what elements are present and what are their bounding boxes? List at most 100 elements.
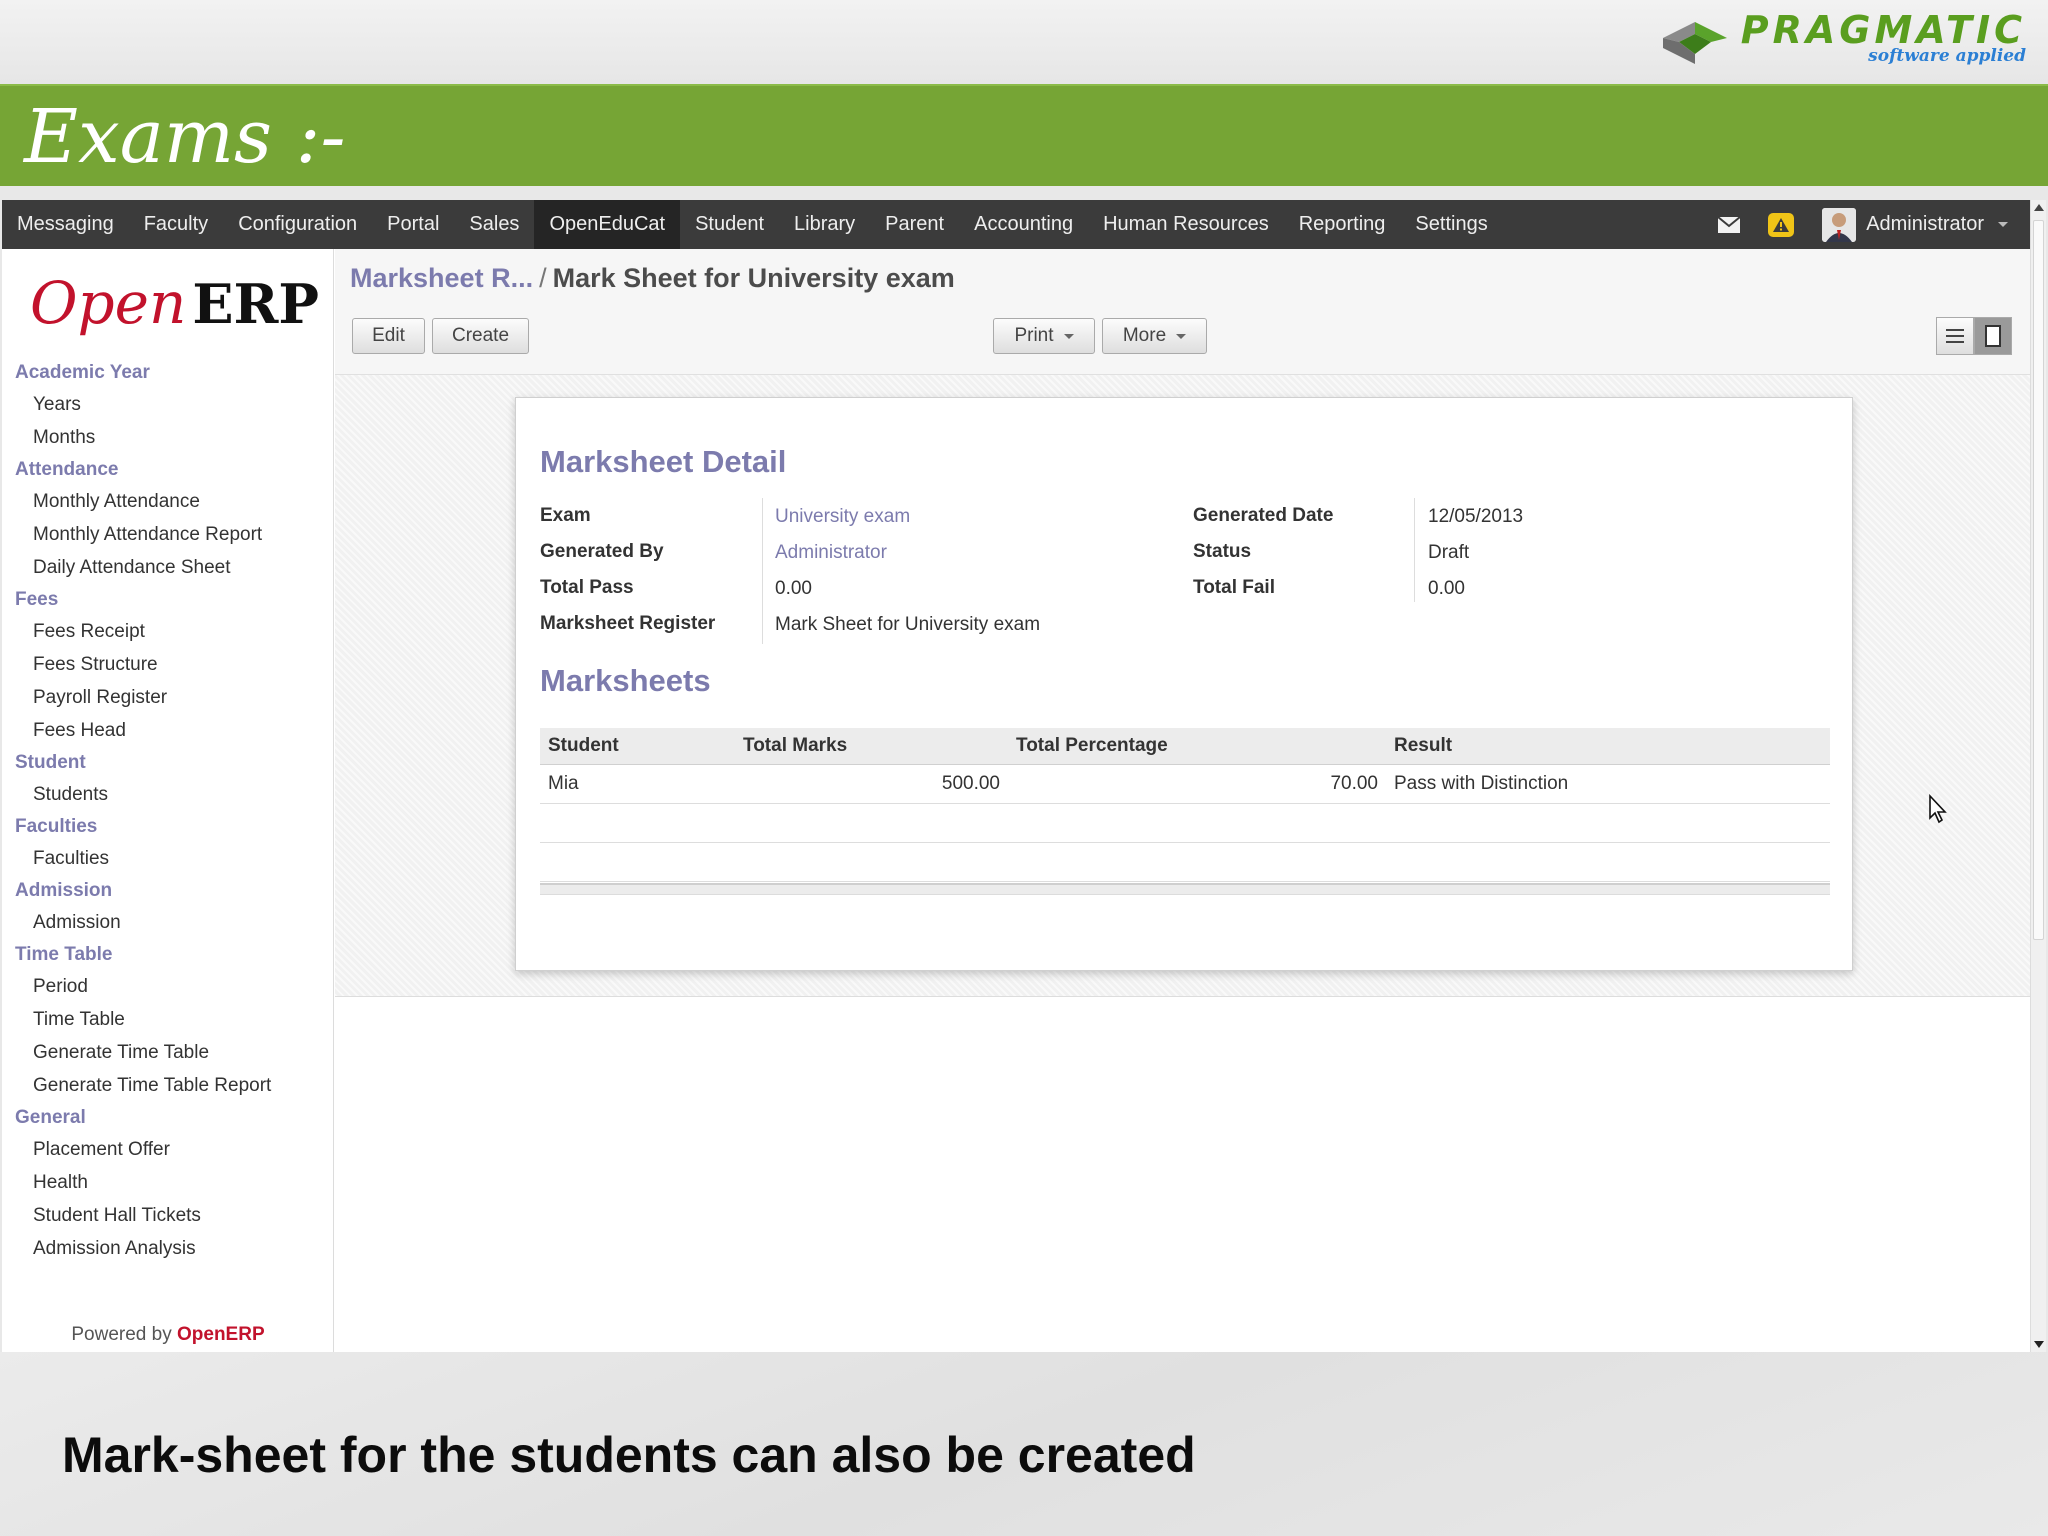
table-header-row: Student Total Marks Total Percentage Res… [540, 728, 1830, 765]
slide-caption-area: Mark-sheet for the students can also be … [0, 1352, 2048, 1536]
view-switcher [1936, 317, 2012, 355]
brand-name: PRAGMATIC [1740, 8, 2026, 52]
slide-title: Exams :- [24, 94, 346, 180]
chevron-down-icon [1998, 222, 2008, 227]
sidebar-item-admission-analysis[interactable]: Admission Analysis [2, 1232, 334, 1265]
sidebar-section-academic-year: Academic Year [15, 362, 150, 383]
form-view-icon[interactable] [1974, 317, 2012, 355]
slide-title-band: Exams :- [0, 84, 2048, 186]
mail-icon[interactable] [1718, 216, 1741, 233]
top-menu-bar: Messaging Faculty Configuration Portal S… [2, 200, 2030, 249]
slide-header: PRAGMATIC software applied [0, 0, 2048, 84]
section-title-marksheet-detail: Marksheet Detail [540, 444, 787, 479]
sidebar-item-time-table[interactable]: Time Table [2, 1003, 334, 1036]
sidebar-item-generate-time-table-report[interactable]: Generate Time Table Report [2, 1069, 334, 1102]
field-divider [1414, 498, 1415, 602]
mouse-pointer-icon [1929, 794, 1947, 824]
sidebar-item-health[interactable]: Health [2, 1166, 334, 1199]
form-background: Marksheet Detail Exam University exam Ge… [335, 375, 2030, 997]
generated-date-label: Generated Date [1193, 505, 1334, 526]
sidebar-item-admission[interactable]: Admission [2, 906, 334, 939]
nav-portal[interactable]: Portal [372, 200, 454, 249]
column-header-total-marks[interactable]: Total Marks [735, 728, 1008, 765]
marksheet-register-label: Marksheet Register [540, 613, 716, 634]
generated-by-link[interactable]: Administrator [775, 542, 887, 564]
cell-total-percentage: 70.00 [1008, 764, 1386, 804]
table-row-empty [540, 803, 1830, 843]
brand-tagline: software applied [1868, 46, 2026, 66]
sidebar-section-attendance: Attendance [15, 459, 119, 480]
marksheets-table: Student Total Marks Total Percentage Res… [540, 728, 1830, 882]
avatar [1822, 207, 1857, 242]
nav-human-resources[interactable]: Human Resources [1088, 200, 1284, 249]
sidebar-item-months[interactable]: Months [2, 421, 334, 454]
powered-by-openerp-link[interactable]: OpenERP [177, 1324, 265, 1345]
section-title-marksheets: Marksheets [540, 663, 711, 698]
chevron-down-icon [1176, 333, 1187, 339]
logo-erp-text: ERP [192, 272, 320, 336]
more-dropdown-button[interactable]: More [1102, 318, 1207, 354]
column-header-student[interactable]: Student [540, 728, 735, 765]
sidebar-item-generate-time-table[interactable]: Generate Time Table [2, 1036, 334, 1069]
sidebar-item-fees-head[interactable]: Fees Head [2, 714, 334, 747]
nav-faculty[interactable]: Faculty [129, 200, 223, 249]
total-fail-label: Total Fail [1193, 577, 1275, 598]
sidebar-section-fees: Fees [15, 589, 59, 610]
sidebar-item-placement-offer[interactable]: Placement Offer [2, 1133, 334, 1166]
total-pass-value: 0.00 [775, 578, 812, 599]
marksheet-form-sheet: Marksheet Detail Exam University exam Ge… [515, 397, 1853, 971]
more-button-label: More [1122, 325, 1167, 346]
breadcrumb-current: Mark Sheet for University exam [552, 263, 955, 293]
breadcrumb: Marksheet R... / Mark Sheet for University… [350, 263, 955, 294]
nav-reporting[interactable]: Reporting [1284, 200, 1401, 249]
breadcrumb-separator: / [539, 263, 547, 293]
sidebar-item-monthly-attendance-report[interactable]: Monthly Attendance Report [2, 518, 334, 551]
print-dropdown-button[interactable]: Print [993, 318, 1095, 354]
nav-student[interactable]: Student [680, 200, 779, 249]
nav-accounting[interactable]: Accounting [959, 200, 1088, 249]
form-header: Marksheet R... / Mark Sheet for University… [335, 249, 2030, 375]
sidebar-item-fees-structure[interactable]: Fees Structure [2, 648, 334, 681]
breadcrumb-parent-link[interactable]: Marksheet R... [350, 263, 533, 293]
nav-sales[interactable]: Sales [454, 200, 534, 249]
nav-messaging[interactable]: Messaging [2, 200, 129, 249]
marksheet-register-value: Mark Sheet for University exam [775, 614, 1041, 635]
generated-date-value: 12/05/2013 [1428, 506, 1524, 527]
sidebar-item-faculties[interactable]: Faculties [2, 842, 334, 875]
pragmatic-logo-mark-icon [1662, 22, 1727, 64]
nav-parent[interactable]: Parent [870, 200, 959, 249]
warning-icon[interactable] [1768, 212, 1795, 237]
sidebar-item-payroll-register[interactable]: Payroll Register [2, 681, 334, 714]
sidebar-item-fees-receipt[interactable]: Fees Receipt [2, 615, 334, 648]
table-row[interactable]: Mia 500.00 70.00 Pass with Distinction [540, 764, 1830, 804]
column-header-total-percentage[interactable]: Total Percentage [1008, 728, 1386, 765]
create-button[interactable]: Create [432, 318, 529, 354]
edit-button[interactable]: Edit [352, 318, 425, 354]
sidebar-item-monthly-attendance[interactable]: Monthly Attendance [2, 485, 334, 518]
nav-library[interactable]: Library [779, 200, 870, 249]
user-menu[interactable]: Administrator [1822, 207, 2008, 242]
sidebar-item-years[interactable]: Years [2, 388, 334, 421]
sidebar-item-period[interactable]: Period [2, 970, 334, 1003]
sidebar-item-daily-attendance-sheet[interactable]: Daily Attendance Sheet [2, 551, 334, 584]
slide-caption: Mark-sheet for the students can also be … [62, 1427, 1196, 1483]
sidebar-section-faculties: Faculties [15, 816, 98, 837]
cell-total-marks: 500.00 [735, 764, 1008, 804]
column-header-result[interactable]: Result [1386, 728, 1830, 765]
exam-link[interactable]: University exam [775, 506, 910, 528]
nav-openeducat[interactable]: OpenEduCat [534, 200, 681, 249]
list-view-icon[interactable] [1936, 317, 1974, 355]
sidebar-section-general: General [15, 1107, 86, 1128]
vertical-scrollbar[interactable] [2030, 200, 2046, 1352]
sidebar-item-students[interactable]: Students [2, 778, 334, 811]
chevron-down-icon [1063, 333, 1074, 339]
scroll-down-arrow-icon[interactable] [2034, 1341, 2044, 1348]
pragmatic-logo: PRAGMATIC software applied [1659, 8, 2026, 68]
nav-configuration[interactable]: Configuration [223, 200, 372, 249]
openerp-logo[interactable]: Open ERP [30, 269, 319, 339]
scrollbar-thumb[interactable] [2033, 220, 2044, 940]
field-divider [762, 498, 763, 644]
sidebar-item-student-hall-tickets[interactable]: Student Hall Tickets [2, 1199, 334, 1232]
nav-settings[interactable]: Settings [1400, 200, 1502, 249]
scroll-up-arrow-icon[interactable] [2034, 204, 2044, 211]
